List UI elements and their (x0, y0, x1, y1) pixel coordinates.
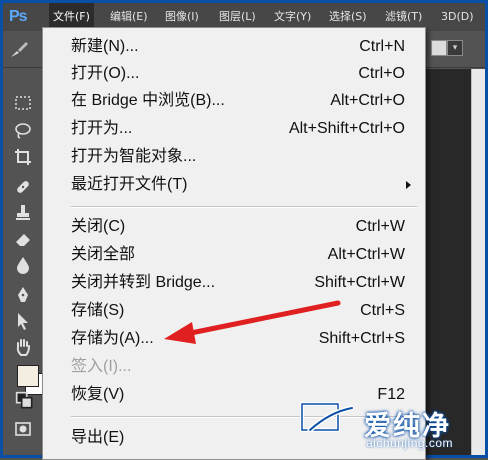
menu-item-shortcut: Alt+Ctrl+O (330, 92, 405, 109)
menu-item-label: 存储(S) (71, 302, 125, 319)
menu-item-recent-files[interactable]: 最近打开文件(T) (43, 172, 425, 198)
hand-icon[interactable] (13, 337, 33, 357)
menu-item-new[interactable]: 新建(N)... Ctrl+N (43, 34, 425, 60)
menu-item-label: 打开(O)... (71, 65, 140, 82)
stamp-icon[interactable] (13, 203, 33, 223)
menu-item-label: 签入(I)... (71, 358, 132, 375)
menu-item-shortcut: Alt+Ctrl+W (327, 246, 405, 263)
crop-icon[interactable] (13, 147, 33, 167)
menu-item-open[interactable]: 打开(O)... Ctrl+O (43, 61, 425, 87)
menu-item-label: 新建(N)... (71, 38, 139, 55)
app-logo: Ps (9, 8, 28, 25)
menu-item-shortcut: Ctrl+W (355, 218, 405, 235)
menu-3d[interactable]: 3D(D) (437, 3, 478, 31)
menu-item-label: 最近打开文件(T) (71, 176, 188, 193)
menu-item-open-as[interactable]: 打开为... Alt+Shift+Ctrl+O (43, 116, 425, 142)
menu-item-label: 关闭(C) (71, 218, 126, 235)
watermark: 爱纯净 aichunjing.com (296, 400, 484, 452)
lasso-icon[interactable] (13, 121, 33, 141)
menu-item-shortcut: Ctrl+O (358, 65, 405, 82)
options-dropdown[interactable]: ▾ (447, 40, 463, 56)
menu-item-label: 存储为(A)... (71, 330, 154, 347)
path-select-icon[interactable] (13, 311, 33, 331)
menu-item-shortcut: Ctrl+N (359, 38, 405, 55)
submenu-arrow-icon (406, 181, 411, 189)
marquee-icon[interactable] (13, 93, 33, 113)
watermark-domain: aichunjing.com (366, 436, 454, 450)
menu-item-save-as[interactable]: 存储为(A)... Shift+Ctrl+S (43, 326, 425, 352)
menu-item-open-smart-object[interactable]: 打开为智能对象... (43, 144, 425, 170)
file-menu-dropdown: 新建(N)... Ctrl+N 打开(O)... Ctrl+O 在 Bridge… (42, 27, 426, 460)
swap-colors-icon[interactable] (15, 391, 33, 409)
menu-item-label: 导出(E) (71, 429, 125, 446)
right-panel-edge (471, 69, 485, 455)
eraser-icon[interactable] (13, 229, 33, 249)
foreground-color-swatch[interactable] (17, 365, 39, 387)
quick-mask-icon[interactable] (13, 419, 33, 439)
menu-item-label: 恢复(V) (71, 386, 125, 403)
pen-icon[interactable] (13, 285, 33, 305)
brush-icon[interactable] (7, 37, 31, 61)
menu-item-shortcut: Alt+Shift+Ctrl+O (288, 120, 405, 137)
menu-item-label: 关闭并转到 Bridge... (71, 274, 216, 291)
menu-item-close-go-bridge[interactable]: 关闭并转到 Bridge... Shift+Ctrl+W (43, 270, 425, 296)
tools-panel (3, 69, 47, 455)
menu-item-save[interactable]: 存储(S) Ctrl+S (43, 298, 425, 324)
watermark-logo-icon (300, 402, 355, 433)
menu-item-label: 打开为... (71, 120, 133, 137)
menu-item-shortcut: Shift+Ctrl+S (318, 330, 405, 347)
healing-icon[interactable] (13, 177, 33, 197)
opacity-field[interactable] (431, 40, 447, 56)
menu-separator (71, 206, 417, 208)
menu-item-label: 在 Bridge 中浏览(B)... (71, 92, 225, 109)
menu-item-browse-bridge[interactable]: 在 Bridge 中浏览(B)... Alt+Ctrl+O (43, 88, 425, 114)
menu-item-close[interactable]: 关闭(C) Ctrl+W (43, 214, 425, 240)
menu-item-check-in: 签入(I)... (43, 354, 425, 380)
menu-item-label: 打开为智能对象... (71, 148, 197, 165)
menu-item-label: 关闭全部 (71, 246, 136, 263)
menu-item-shortcut: Shift+Ctrl+W (314, 274, 405, 291)
menu-item-shortcut: Ctrl+S (360, 302, 405, 319)
blur-icon[interactable] (13, 255, 33, 275)
menu-item-close-all[interactable]: 关闭全部 Alt+Ctrl+W (43, 242, 425, 268)
